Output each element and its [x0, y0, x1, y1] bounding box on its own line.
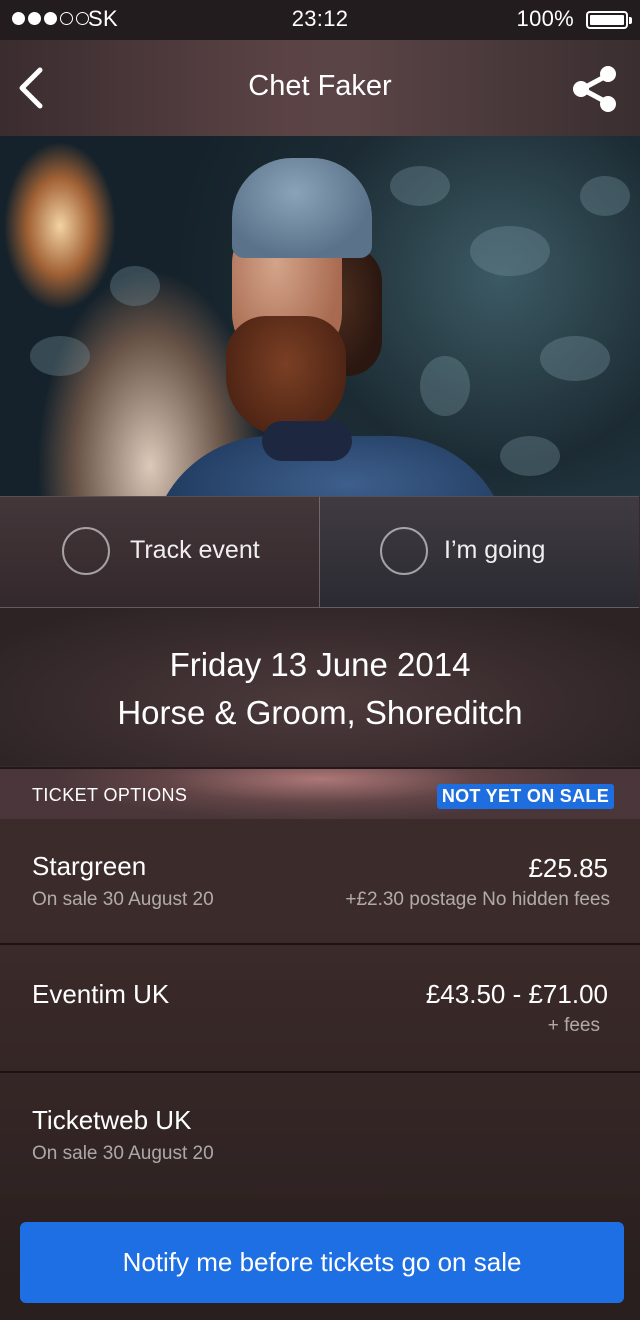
ticket-option-row[interactable]: Stargreen On sale 30 August 20 £25.85 +£…: [0, 817, 640, 945]
event-venue: Horse & Groom, Shoreditch: [117, 694, 523, 731]
nav-bar: Chet Faker: [0, 40, 640, 136]
ticket-option-row[interactable]: Ticketweb UK On sale 30 August 20: [0, 1073, 640, 1199]
battery-icon: [586, 11, 632, 29]
track-event-button[interactable]: Track event: [0, 496, 320, 608]
price-note: +£2.30 postage No hidden fees: [345, 889, 610, 910]
vendor-name: Stargreen: [32, 851, 147, 881]
on-sale-date: On sale 30 August 20: [32, 889, 214, 910]
checkbox-circle-icon: [62, 527, 110, 575]
artist-photo: [0, 136, 640, 496]
share-icon: [573, 66, 616, 112]
share-button[interactable]: [570, 64, 620, 114]
action-row: Track event I’m going: [0, 496, 640, 608]
im-going-label: I’m going: [444, 536, 546, 564]
ticket-options-header: TICKET OPTIONS NOT YET ON SALE: [0, 767, 640, 819]
ticket-price: £25.85: [528, 853, 608, 883]
im-going-button[interactable]: I’m going: [320, 496, 639, 608]
page-title: Chet Faker: [248, 70, 392, 102]
vendor-name: Eventim UK: [32, 979, 170, 1009]
track-event-label: Track event: [130, 536, 260, 564]
notify-me-button[interactable]: Notify me before tickets go on sale: [20, 1222, 624, 1303]
event-date: Friday 13 June 2014: [169, 646, 471, 683]
ticket-price: £43.50 - £71.00: [425, 979, 608, 1009]
status-bar: SK 23:12 100%: [0, 0, 640, 40]
status-badge: NOT YET ON SALE: [436, 784, 614, 809]
price-note: + fees: [547, 1015, 600, 1036]
on-sale-date: On sale 30 August 20: [32, 1143, 214, 1164]
event-info: Friday 13 June 2014 Horse & Groom, Shore…: [0, 608, 640, 766]
ticket-option-row[interactable]: Eventim UK £43.50 - £71.00 + fees: [0, 945, 640, 1073]
section-title: TICKET OPTIONS: [32, 785, 188, 805]
battery-percent: 100%: [516, 6, 574, 31]
vendor-name: Ticketweb UK: [32, 1105, 192, 1135]
checkbox-circle-icon: [380, 527, 428, 575]
